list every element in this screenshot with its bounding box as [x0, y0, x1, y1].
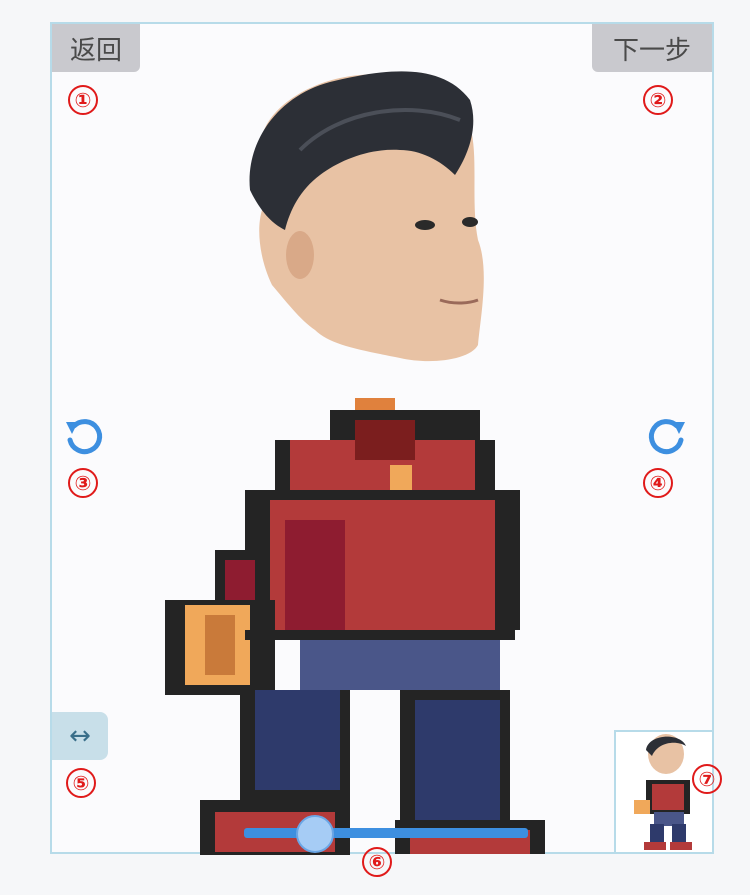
marker-2: ②: [643, 85, 673, 115]
marker-4: ④: [643, 468, 673, 498]
rotate-right-icon[interactable]: [645, 416, 689, 460]
marker-1: ①: [68, 85, 98, 115]
marker-3: ③: [68, 468, 98, 498]
next-button[interactable]: 下一步: [592, 24, 712, 72]
back-button[interactable]: 返回: [52, 24, 140, 72]
marker-7: ⑦: [692, 764, 722, 794]
size-slider-handle[interactable]: [296, 815, 334, 853]
marker-5: ⑤: [66, 768, 96, 798]
body-sprite[interactable]: [165, 398, 545, 855]
flip-horizontal-button[interactable]: ↔: [52, 712, 108, 760]
marker-6: ⑥: [362, 847, 392, 877]
flip-horizontal-icon: ↔: [69, 721, 91, 751]
thumbnail-character: [634, 734, 692, 850]
rotate-left-icon[interactable]: [62, 416, 106, 460]
size-slider-track[interactable]: [244, 828, 528, 838]
head-photo[interactable]: [249, 71, 484, 362]
